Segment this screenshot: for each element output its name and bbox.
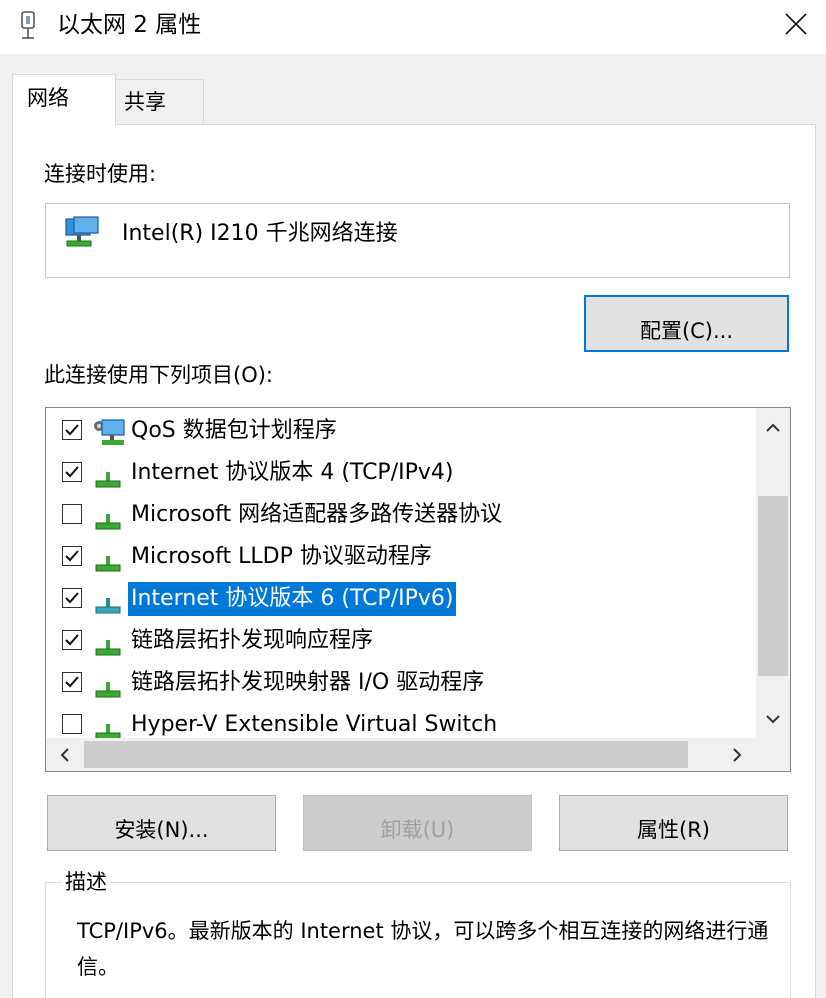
- uninstall-button[interactable]: 卸载(U): [303, 795, 532, 851]
- description-title: 描述: [62, 869, 110, 895]
- list-item[interactable]: QoS 数据包计划程序: [46, 410, 756, 452]
- list-item[interactable]: Microsoft 网络适配器多路传送器协议: [46, 494, 756, 536]
- connect-using-label: 连接时使用:: [44, 162, 157, 186]
- checkmark-icon: [65, 424, 79, 436]
- list-item-label[interactable]: 链路层拓扑发现映射器 I/O 驱动程序: [128, 666, 487, 700]
- list-item[interactable]: Microsoft LLDP 协议驱动程序: [46, 536, 756, 578]
- chevron-down-icon: [766, 715, 780, 724]
- list-item-label[interactable]: Hyper-V Extensible Virtual Switch: [128, 708, 500, 742]
- list-item-label[interactable]: Microsoft LLDP 协议驱动程序: [128, 540, 435, 574]
- tab-sharing[interactable]: 共享: [115, 79, 204, 124]
- checkmark-icon: [65, 550, 79, 562]
- network-tab-panel: 连接时使用: Intel(R) I210 千兆网络连接 配置(C)... 此连接…: [12, 124, 816, 998]
- tab-network[interactable]: 网络: [12, 74, 116, 126]
- close-icon: [785, 13, 807, 35]
- vertical-scrollbar[interactable]: [756, 408, 790, 738]
- horizontal-scroll-thumb[interactable]: [84, 741, 688, 768]
- description-text: TCP/IPv6。最新版本的 Internet 协议，可以跨多个相互连接的网络进…: [77, 919, 769, 979]
- title-bar: 以太网 2 属性: [0, 0, 826, 54]
- item-checkbox[interactable]: [62, 462, 82, 482]
- list-item[interactable]: 链路层拓扑发现映射器 I/O 驱动程序: [46, 662, 756, 704]
- network-protocol-icon: [92, 584, 126, 616]
- network-protocol-icon: [92, 542, 126, 574]
- list-item-label[interactable]: Internet 协议版本 4 (TCP/IPv4): [128, 456, 456, 490]
- item-checkbox[interactable]: [62, 630, 82, 650]
- scroll-down-arrow[interactable]: [758, 704, 788, 734]
- list-item[interactable]: 链路层拓扑发现响应程序: [46, 620, 756, 662]
- list-item[interactable]: Internet 协议版本 6 (TCP/IPv6): [46, 578, 756, 620]
- chevron-up-icon: [766, 423, 780, 432]
- vertical-scroll-thumb[interactable]: [758, 496, 788, 676]
- horizontal-scrollbar[interactable]: [46, 738, 790, 771]
- item-checkbox[interactable]: [62, 546, 82, 566]
- network-service-icon: [92, 416, 126, 448]
- chevron-right-icon: [733, 748, 742, 762]
- network-protocol-icon: [92, 500, 126, 532]
- list-item-label[interactable]: QoS 数据包计划程序: [128, 414, 340, 448]
- install-button[interactable]: 安装(N)...: [47, 795, 276, 851]
- item-checkbox[interactable]: [62, 672, 82, 692]
- adapter-display: Intel(R) I210 千兆网络连接: [45, 203, 790, 278]
- properties-button[interactable]: 属性(R): [559, 795, 788, 851]
- configure-button[interactable]: 配置(C)...: [584, 295, 789, 352]
- scroll-left-arrow[interactable]: [50, 740, 80, 770]
- checkmark-icon: [65, 634, 79, 646]
- list-item[interactable]: Internet 协议版本 4 (TCP/IPv4): [46, 452, 756, 494]
- item-checkbox[interactable]: [62, 588, 82, 608]
- network-protocol-icon: [92, 458, 126, 490]
- network-protocol-icon: [92, 668, 126, 700]
- items-label: 此连接使用下列项目(O):: [44, 363, 273, 387]
- checkmark-icon: [65, 592, 79, 604]
- scroll-right-arrow[interactable]: [722, 740, 752, 770]
- item-checkbox[interactable]: [62, 420, 82, 440]
- list-item-label[interactable]: 链路层拓扑发现响应程序: [128, 624, 376, 658]
- network-adapter-icon: [21, 11, 35, 39]
- list-item-label[interactable]: Internet 协议版本 6 (TCP/IPv6): [128, 582, 457, 616]
- adapter-name: Intel(R) I210 千兆网络连接: [122, 221, 398, 246]
- items-listbox[interactable]: QoS 数据包计划程序 Internet 协议版本 4 (TCP/IPv4) Mic…: [45, 407, 791, 772]
- item-checkbox[interactable]: [62, 714, 82, 734]
- dialog-body: 网络 共享 连接时使用: Intel(R) I210 千兆网络连接 配置(C).…: [0, 54, 826, 998]
- checkmark-icon: [65, 676, 79, 688]
- scroll-up-arrow[interactable]: [758, 412, 788, 442]
- close-button[interactable]: [766, 0, 826, 50]
- item-checkbox[interactable]: [62, 504, 82, 524]
- network-protocol-icon: [92, 626, 126, 658]
- checkmark-icon: [65, 466, 79, 478]
- list-item-label[interactable]: Microsoft 网络适配器多路传送器协议: [128, 498, 505, 532]
- network-adapter-icon: [65, 216, 99, 247]
- description-group: 描述 TCP/IPv6。最新版本的 Internet 协议，可以跨多个相互连接的…: [45, 869, 791, 998]
- chevron-left-icon: [60, 748, 69, 762]
- window-title: 以太网 2 属性: [57, 12, 202, 38]
